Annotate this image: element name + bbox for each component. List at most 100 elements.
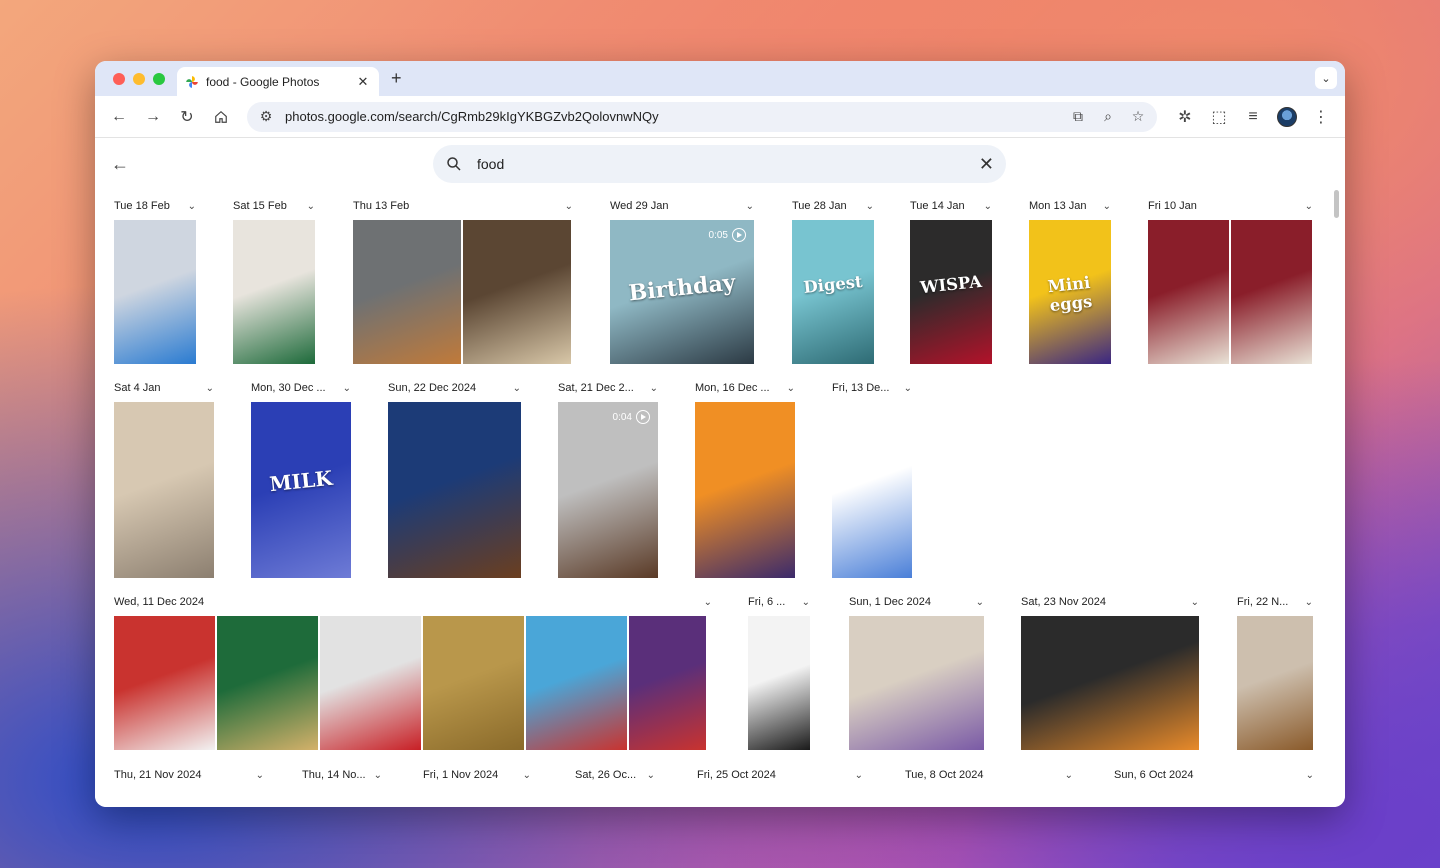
chevron-down-icon[interactable]: ⌄ <box>647 770 655 781</box>
chevron-down-icon[interactable]: ⌄ <box>513 383 521 394</box>
address-bar[interactable]: ⚙ photos.google.com/search/CgRmb29kIgYKB… <box>247 101 1157 132</box>
date-group-header[interactable]: Mon, 30 Dec ... ⌄ <box>251 382 351 394</box>
photo-thumbnail[interactable]: WISPA <box>910 220 992 364</box>
date-group-header[interactable]: Tue, 8 Oct 2024 ⌄ <box>905 769 1073 781</box>
photo-thumbnail[interactable] <box>849 616 984 750</box>
back-icon[interactable]: ← <box>105 103 133 131</box>
date-group-header[interactable]: Sat, 23 Nov 2024 ⌄ <box>1021 596 1199 608</box>
date-group-header[interactable]: Sat 15 Feb ⌄ <box>233 200 315 212</box>
search-bar[interactable]: food ✕ <box>433 145 1006 183</box>
photo-thumbnail[interactable]: 0:04 <box>558 402 658 578</box>
photo-thumbnail[interactable] <box>695 402 795 578</box>
chevron-down-icon[interactable]: ⌄ <box>1305 201 1313 212</box>
date-group-header[interactable]: Fri, 22 N... ⌄ <box>1237 596 1313 608</box>
reload-icon[interactable]: ↻ <box>173 103 201 131</box>
clear-search-icon[interactable]: ✕ <box>979 154 994 175</box>
chevron-down-icon[interactable]: ⌄ <box>976 597 984 608</box>
photo-thumbnail[interactable] <box>832 402 912 578</box>
photo-thumbnail[interactable] <box>217 616 318 750</box>
chevron-down-icon[interactable]: ⌄ <box>206 383 214 394</box>
chevron-down-icon[interactable]: ⌄ <box>1103 201 1111 212</box>
zoom-icon[interactable]: ⌕ <box>1097 106 1119 128</box>
photo-thumbnail[interactable] <box>1231 220 1312 364</box>
chevron-down-icon[interactable]: ⌄ <box>1305 597 1313 608</box>
date-group-header[interactable]: Thu, 21 Nov 2024 ⌄ <box>114 769 264 781</box>
chevron-down-icon[interactable]: ⌄ <box>256 770 264 781</box>
date-group-header[interactable]: Sat 4 Jan ⌄ <box>114 382 214 394</box>
date-group-header[interactable]: Wed, 11 Dec 2024 ⌄ <box>114 596 712 608</box>
date-group-header[interactable]: Tue 14 Jan ⌄ <box>910 200 992 212</box>
minimize-window-button[interactable] <box>133 73 145 85</box>
bookmark-star-icon[interactable]: ☆ <box>1127 106 1149 128</box>
photo-thumbnail[interactable]: Birthday 0:05 <box>610 220 754 364</box>
photo-thumbnail[interactable]: Mini eggs <box>1029 220 1111 364</box>
chevron-down-icon[interactable]: ⌄ <box>188 201 196 212</box>
home-icon[interactable] <box>207 103 235 131</box>
reading-list-icon[interactable]: ≡ <box>1239 103 1267 131</box>
photo-thumbnail[interactable]: MILK <box>251 402 351 578</box>
extensions-puzzle-icon[interactable]: ⬚ <box>1205 103 1233 131</box>
chevron-down-icon[interactable]: ⌄ <box>704 597 712 608</box>
close-tab-icon[interactable]: ✕ <box>355 74 371 90</box>
browser-menu-icon[interactable]: ⋮ <box>1307 103 1335 131</box>
date-group-header[interactable]: Tue 28 Jan ⌄ <box>792 200 874 212</box>
chevron-down-icon[interactable]: ⌄ <box>866 201 874 212</box>
chevron-down-icon[interactable]: ⌄ <box>1191 597 1199 608</box>
date-group-header[interactable]: Thu 13 Feb ⌄ <box>353 200 573 212</box>
photo-thumbnail[interactable] <box>463 220 571 364</box>
photo-thumbnail[interactable] <box>1148 220 1229 364</box>
date-group-header[interactable]: Fri, 1 Nov 2024 ⌄ <box>423 769 531 781</box>
chevron-down-icon[interactable]: ⌄ <box>565 201 573 212</box>
photo-thumbnail[interactable] <box>1237 616 1313 750</box>
open-in-app-icon[interactable]: ⧉ <box>1067 106 1089 128</box>
site-info-icon[interactable]: ⚙ <box>255 106 277 128</box>
forward-icon[interactable]: → <box>139 103 167 131</box>
tab-search-chevron-icon[interactable]: ⌄ <box>1315 67 1337 89</box>
date-group-header[interactable]: Fri 10 Jan ⌄ <box>1148 200 1313 212</box>
photo-thumbnail[interactable] <box>353 220 461 364</box>
date-group-header[interactable]: Mon, 16 Dec ... ⌄ <box>695 382 795 394</box>
date-group-header[interactable]: Mon 13 Jan ⌄ <box>1029 200 1111 212</box>
date-group-header[interactable]: Fri, 6 ... ⌄ <box>748 596 810 608</box>
date-group-header[interactable]: Fri, 25 Oct 2024 ⌄ <box>697 769 863 781</box>
date-group-header[interactable]: Wed 29 Jan ⌄ <box>610 200 754 212</box>
chevron-down-icon[interactable]: ⌄ <box>904 383 912 394</box>
date-group-header[interactable]: Sat, 26 Oc... ⌄ <box>575 769 655 781</box>
scrollbar[interactable] <box>1334 190 1339 218</box>
chevron-down-icon[interactable]: ⌄ <box>855 770 863 781</box>
chevron-down-icon[interactable]: ⌄ <box>1306 770 1314 781</box>
chevron-down-icon[interactable]: ⌄ <box>523 770 531 781</box>
photo-thumbnail[interactable] <box>388 402 521 578</box>
photo-thumbnail[interactable] <box>526 616 627 750</box>
chevron-down-icon[interactable]: ⌄ <box>802 597 810 608</box>
chevron-down-icon[interactable]: ⌄ <box>1065 770 1073 781</box>
chevron-down-icon[interactable]: ⌄ <box>984 201 992 212</box>
photo-thumbnail[interactable] <box>423 616 524 750</box>
photo-thumbnail[interactable] <box>320 616 421 750</box>
chevron-down-icon[interactable]: ⌄ <box>307 201 315 212</box>
photo-thumbnail[interactable] <box>1021 616 1199 750</box>
chevron-down-icon[interactable]: ⌄ <box>374 770 382 781</box>
extension-gear-icon[interactable]: ✲ <box>1171 103 1199 131</box>
photo-thumbnail[interactable] <box>629 616 706 750</box>
back-arrow-icon[interactable]: ← <box>111 154 129 175</box>
date-group-header[interactable]: Thu, 14 No... ⌄ <box>302 769 382 781</box>
photo-thumbnail[interactable] <box>114 220 196 364</box>
date-group-header[interactable]: Tue 18 Feb ⌄ <box>114 200 196 212</box>
photo-thumbnail[interactable] <box>748 616 810 750</box>
close-window-button[interactable] <box>113 73 125 85</box>
date-group-header[interactable]: Sun, 22 Dec 2024 ⌄ <box>388 382 521 394</box>
photo-thumbnail[interactable] <box>114 402 214 578</box>
active-tab[interactable]: food - Google Photos ✕ <box>177 67 379 96</box>
photo-thumbnail[interactable] <box>114 616 215 750</box>
chevron-down-icon[interactable]: ⌄ <box>787 383 795 394</box>
maximize-window-button[interactable] <box>153 73 165 85</box>
date-group-header[interactable]: Sat, 21 Dec 2... ⌄ <box>558 382 658 394</box>
date-group-header[interactable]: Fri, 13 De... ⌄ <box>832 382 912 394</box>
photo-thumbnail[interactable] <box>233 220 315 364</box>
search-input[interactable]: food <box>477 156 979 172</box>
profile-avatar[interactable] <box>1273 103 1301 131</box>
chevron-down-icon[interactable]: ⌄ <box>650 383 658 394</box>
date-group-header[interactable]: Sun, 1 Dec 2024 ⌄ <box>849 596 984 608</box>
new-tab-icon[interactable]: + <box>391 68 402 89</box>
